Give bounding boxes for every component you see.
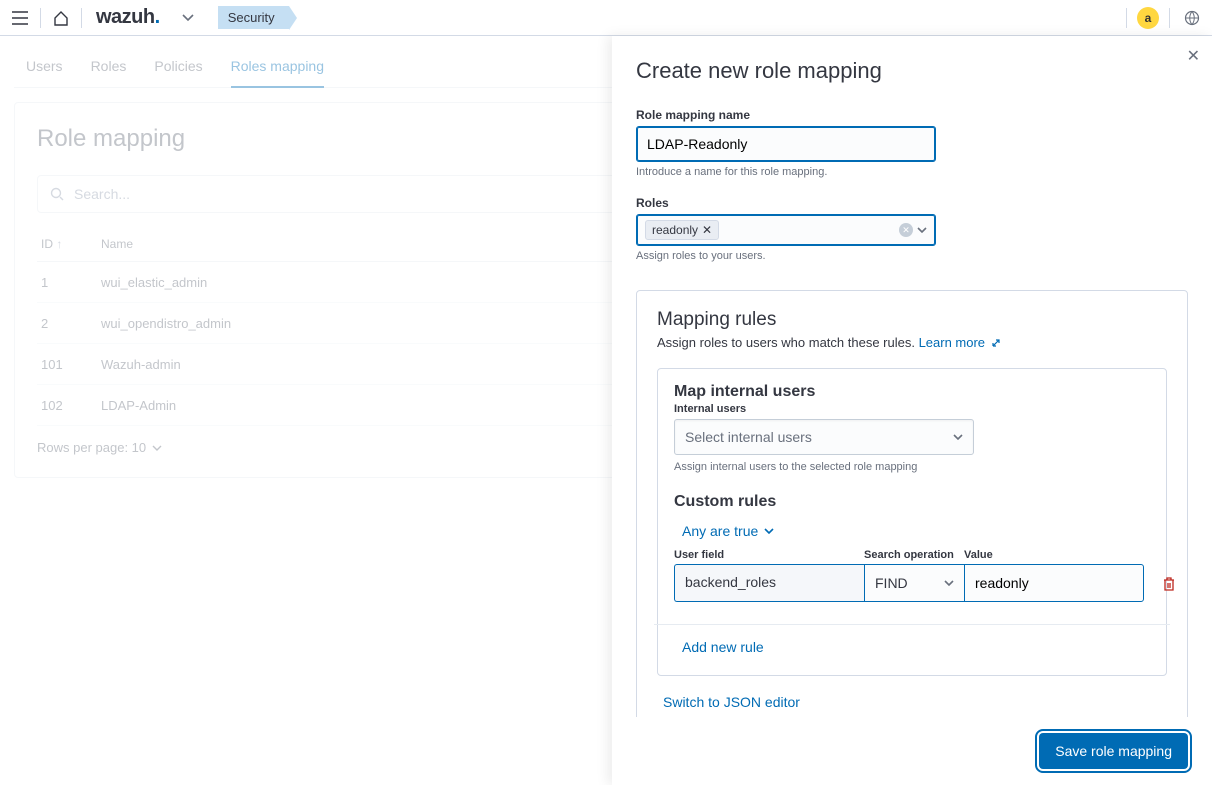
- internal-users-select[interactable]: Select internal users: [674, 419, 974, 455]
- breadcrumb[interactable]: Security: [218, 6, 289, 29]
- search-op-label: Search operation: [864, 549, 964, 561]
- brand-chevron-icon[interactable]: [176, 6, 200, 30]
- internal-users-label: Internal users: [674, 403, 1150, 415]
- name-help: Introduce a name for this role mapping.: [636, 166, 1188, 178]
- rule-value-input[interactable]: [964, 564, 1144, 602]
- save-role-mapping-button[interactable]: Save role mapping: [1039, 733, 1188, 769]
- internal-users-help: Assign internal users to the selected ro…: [674, 461, 1150, 473]
- role-mapping-name-group: Role mapping name Introduce a name for t…: [636, 108, 1188, 178]
- menu-icon[interactable]: [8, 6, 32, 30]
- flyout-footer: Save role mapping: [612, 717, 1212, 785]
- role-chip[interactable]: readonly ✕: [645, 220, 719, 240]
- rules-title: Mapping rules: [657, 309, 1167, 331]
- separator: [81, 8, 82, 28]
- logic-operator-select[interactable]: Any are true: [682, 523, 774, 539]
- user-field-label: User field: [674, 549, 864, 561]
- separator: [40, 8, 41, 28]
- remove-chip-icon[interactable]: ✕: [702, 223, 712, 237]
- chevron-down-icon: [764, 528, 774, 534]
- roles-combobox[interactable]: readonly ✕ ✕: [636, 214, 936, 246]
- custom-rule-row: User field backend_roles Search operatio…: [674, 549, 1150, 602]
- external-link-icon: [991, 338, 1001, 348]
- news-icon[interactable]: [1180, 6, 1204, 30]
- add-rule-link[interactable]: Add new rule: [674, 639, 1150, 655]
- roles-label: Roles: [636, 196, 1188, 210]
- role-mapping-name-input[interactable]: [636, 126, 936, 162]
- flyout-title: Create new role mapping: [636, 58, 1188, 84]
- delete-rule-icon[interactable]: [1162, 576, 1176, 592]
- user-field-input[interactable]: backend_roles: [674, 564, 864, 602]
- separator: [1169, 8, 1170, 28]
- chevron-down-icon: [953, 434, 963, 440]
- brand-logo[interactable]: wazuh.: [96, 6, 160, 29]
- custom-rules-section: Custom rules Any are true User field bac…: [674, 493, 1150, 655]
- brand-dot: .: [155, 6, 160, 28]
- switch-json-editor-link[interactable]: Switch to JSON editor: [663, 694, 800, 710]
- avatar[interactable]: a: [1137, 7, 1159, 29]
- role-chip-label: readonly: [652, 223, 698, 237]
- custom-rules-title: Custom rules: [674, 493, 1150, 511]
- create-role-mapping-flyout: ✕ Create new role mapping Role mapping n…: [612, 36, 1212, 785]
- close-icon[interactable]: ✕: [1187, 46, 1200, 66]
- clear-icon[interactable]: ✕: [899, 223, 913, 237]
- roles-help: Assign roles to your users.: [636, 250, 1188, 262]
- search-op-select[interactable]: FIND: [864, 564, 964, 602]
- divider: [654, 624, 1170, 625]
- value-label: Value: [964, 549, 1144, 561]
- home-icon[interactable]: [49, 6, 73, 30]
- brand-text: wazuh: [96, 6, 155, 28]
- roles-group: Roles readonly ✕ ✕ Assign roles to your …: [636, 196, 1188, 262]
- top-bar: wazuh. Security a: [0, 0, 1212, 36]
- chevron-down-icon: [944, 580, 954, 586]
- rules-subtitle: Assign roles to users who match these ru…: [657, 335, 1167, 350]
- separator: [1126, 8, 1127, 28]
- map-internal-title: Map internal users: [674, 383, 1150, 401]
- rules-inner-box: Map internal users Internal users Select…: [657, 368, 1167, 676]
- name-label: Role mapping name: [636, 108, 1188, 122]
- internal-users-placeholder: Select internal users: [685, 429, 812, 445]
- mapping-rules-panel: Mapping rules Assign roles to users who …: [636, 290, 1188, 717]
- chevron-down-icon[interactable]: [917, 227, 927, 233]
- learn-more-link[interactable]: Learn more: [919, 335, 1001, 350]
